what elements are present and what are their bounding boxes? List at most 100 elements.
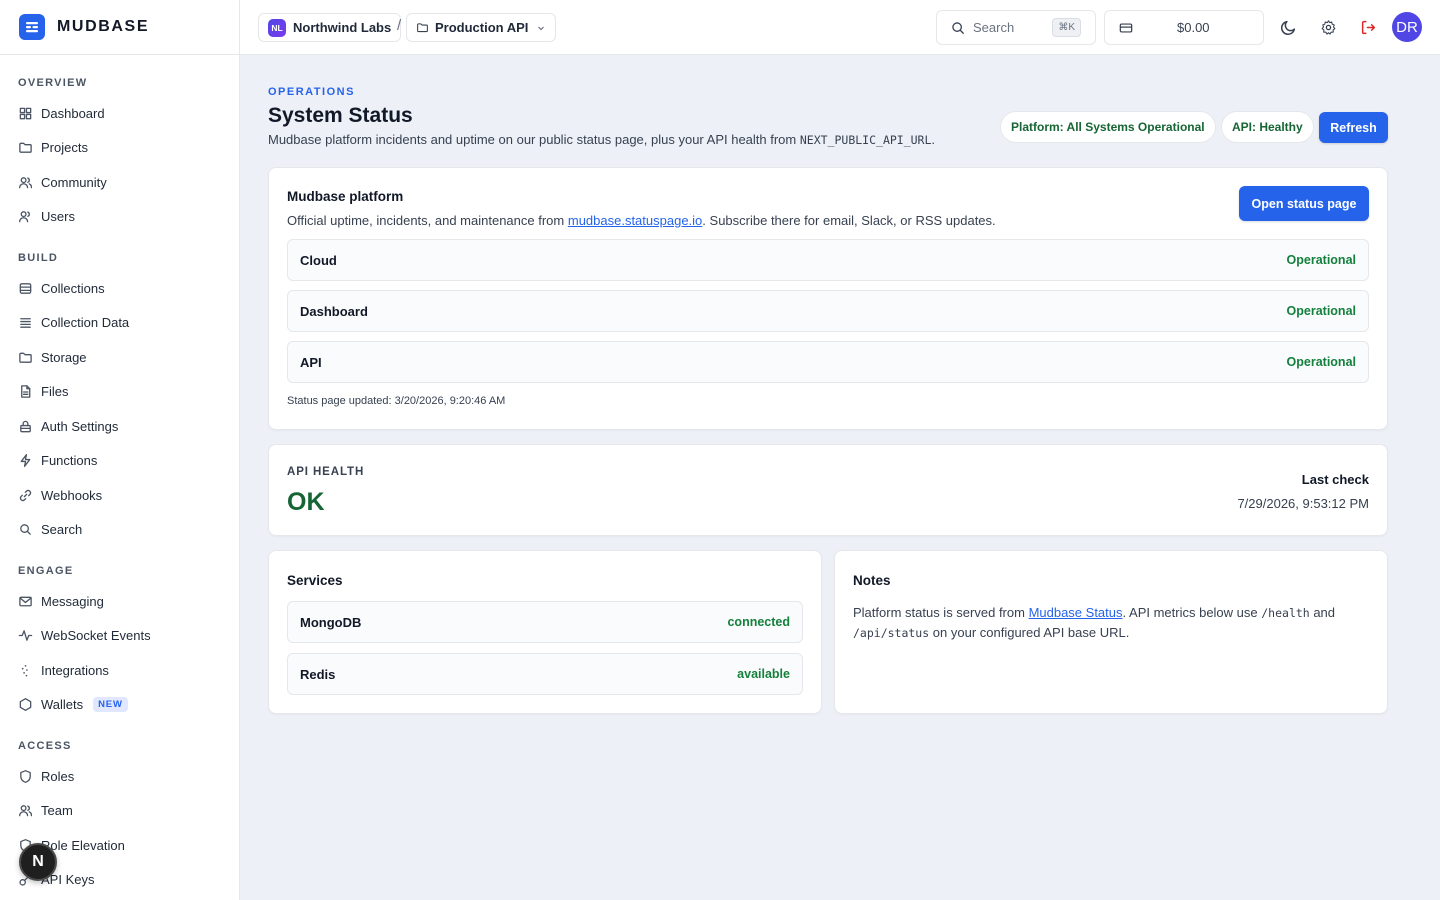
search-placeholder: Search xyxy=(973,20,1015,35)
component-name: Cloud xyxy=(300,252,337,268)
api-health-value: OK xyxy=(287,488,325,516)
service-status: available xyxy=(737,667,790,681)
sidebar-item-label: WebSocket Events xyxy=(41,628,151,644)
sidebar-item-roles[interactable]: Roles xyxy=(0,759,239,794)
folder-icon xyxy=(19,352,32,363)
sidebar-item-label: Collections xyxy=(41,280,105,296)
sidebar: MUDBASE OVERVIEW Dashboard Projects Communi… xyxy=(0,0,240,900)
sidebar-item-label: Webhooks xyxy=(41,487,103,503)
api-status-pill: API: Healthy xyxy=(1221,111,1314,143)
sidebar-item-files[interactable]: Files xyxy=(0,375,239,410)
statuspage-link[interactable]: mudbase.statuspage.io xyxy=(568,213,702,228)
sidebar-item-label: Wallets xyxy=(41,697,84,713)
sidebar-item-collections[interactable]: Collections xyxy=(0,271,239,306)
page-eyebrow: OPERATIONS xyxy=(268,86,355,98)
status-endpoint-code: /api/status xyxy=(853,626,930,640)
sidebar-item-label: Collection Data xyxy=(41,315,130,331)
search-shortcut: ⌘K xyxy=(1052,18,1081,37)
services-card-title: Services xyxy=(287,573,343,588)
sidebar-item-webhooks[interactable]: Webhooks xyxy=(0,478,239,513)
component-status: Operational xyxy=(1286,304,1356,318)
sidebar-item-label: Users xyxy=(41,209,75,225)
component-status: Operational xyxy=(1286,253,1356,267)
open-status-page-button[interactable]: Open status page xyxy=(1239,186,1369,221)
gear-icon xyxy=(1321,19,1335,35)
credits-button[interactable]: $0.00 xyxy=(1104,10,1264,45)
sidebar-item-community[interactable]: Community xyxy=(0,165,239,200)
user-icon xyxy=(19,211,30,223)
services-card: Services MongoDB connected Redis available xyxy=(268,550,822,714)
service-name: MongoDB xyxy=(300,614,362,630)
mail-icon xyxy=(19,596,32,607)
sidebar-item-storage[interactable]: Storage xyxy=(0,340,239,375)
sidebar-section-title: ENGAGE xyxy=(18,565,74,577)
settings-button[interactable] xyxy=(1318,17,1338,37)
sidebar-item-projects[interactable]: Projects xyxy=(0,131,239,166)
chevron-down-icon xyxy=(538,26,545,30)
service-row: Redis available xyxy=(287,653,803,695)
notes-text: Platform status is served from Mudbase S… xyxy=(853,603,1353,643)
platform-component-row: Cloud Operational xyxy=(287,239,1369,281)
org-name: Northwind Labs xyxy=(293,20,392,35)
notes-card-title: Notes xyxy=(853,573,891,588)
sidebar-section-title: BUILD xyxy=(18,252,59,264)
new-badge: NEW xyxy=(93,697,128,713)
page-description-end: . xyxy=(931,132,936,147)
api-health-label: API HEALTH xyxy=(287,466,365,478)
sidebar-section-title: ACCESS xyxy=(18,740,72,752)
plug-icon xyxy=(21,664,28,677)
sidebar-item-integrations[interactable]: Integrations xyxy=(0,653,239,688)
folder-icon xyxy=(417,23,428,33)
sidebar-item-search[interactable]: Search xyxy=(0,513,239,548)
component-name: Dashboard xyxy=(300,303,368,319)
platform-status-pill: Platform: All Systems Operational xyxy=(1000,111,1216,143)
sidebar-item-team[interactable]: Team xyxy=(0,794,239,829)
sidebar-item-auth-settings[interactable]: Auth Settings xyxy=(0,409,239,444)
brand[interactable]: MUDBASE xyxy=(0,0,239,55)
sidebar-item-label: Auth Settings xyxy=(41,418,119,434)
sidebar-item-functions[interactable]: Functions xyxy=(0,444,239,479)
sidebar-item-label: Roles xyxy=(41,768,75,784)
sidebar-item-users[interactable]: Users xyxy=(0,200,239,235)
platform-status-card: Mudbase platform Official uptime, incide… xyxy=(268,167,1388,430)
sidebar-section-title: OVERVIEW xyxy=(18,77,88,89)
service-status: connected xyxy=(727,615,790,629)
sidebar-item-wallets[interactable]: Wallets NEW xyxy=(0,688,239,723)
next-dev-badge[interactable]: N xyxy=(19,843,57,881)
service-name: Redis xyxy=(300,666,336,682)
breadcrumb-separator: / xyxy=(397,17,402,34)
notes-text-1: Platform status is served from xyxy=(853,605,1029,620)
sidebar-item-dashboard[interactable]: Dashboard xyxy=(0,96,239,131)
bolt-icon xyxy=(20,454,31,468)
search-button[interactable]: Search ⌘K xyxy=(936,10,1096,45)
sidebar-item-collection-data[interactable]: Collection Data xyxy=(0,306,239,341)
sidebar-item-label: Messaging xyxy=(41,593,104,609)
mudbase-status-link[interactable]: Mudbase Status xyxy=(1029,605,1123,620)
sidebar-item-label: Files xyxy=(41,384,69,400)
page-title: System Status xyxy=(268,104,413,127)
status-page-updated: Status page updated: 3/20/2026, 9:20:46 … xyxy=(287,395,506,407)
project-name: Production API xyxy=(435,20,529,35)
project-switcher[interactable]: Production API xyxy=(406,13,557,42)
org-switcher[interactable]: NL Northwind Labs xyxy=(258,13,402,42)
logout-button[interactable] xyxy=(1358,17,1378,37)
sidebar-item-websocket-events[interactable]: WebSocket Events xyxy=(0,619,239,654)
refresh-button[interactable]: Refresh xyxy=(1319,112,1388,143)
theme-toggle-button[interactable] xyxy=(1278,17,1298,37)
last-check-value: 7/29/2026, 9:53:12 PM xyxy=(1237,496,1369,511)
brand-name: MUDBASE xyxy=(57,18,150,35)
hexagon-icon xyxy=(19,698,32,712)
platform-card-description: Official uptime, incidents, and maintena… xyxy=(287,213,996,228)
shield-icon xyxy=(20,769,31,783)
platform-component-row: API Operational xyxy=(287,341,1369,383)
sidebar-item-messaging[interactable]: Messaging xyxy=(0,584,239,619)
sidebar-item-label: Functions xyxy=(41,453,98,469)
org-avatar: NL xyxy=(268,18,286,37)
sidebar-item-label: Integrations xyxy=(41,662,109,678)
list-icon xyxy=(20,318,31,329)
platform-component-row: Dashboard Operational xyxy=(287,290,1369,332)
component-name: API xyxy=(300,354,322,370)
notes-text-3: and xyxy=(1309,605,1336,620)
user-avatar[interactable]: DR xyxy=(1392,12,1422,42)
sidebar-item-label: Projects xyxy=(41,140,88,156)
